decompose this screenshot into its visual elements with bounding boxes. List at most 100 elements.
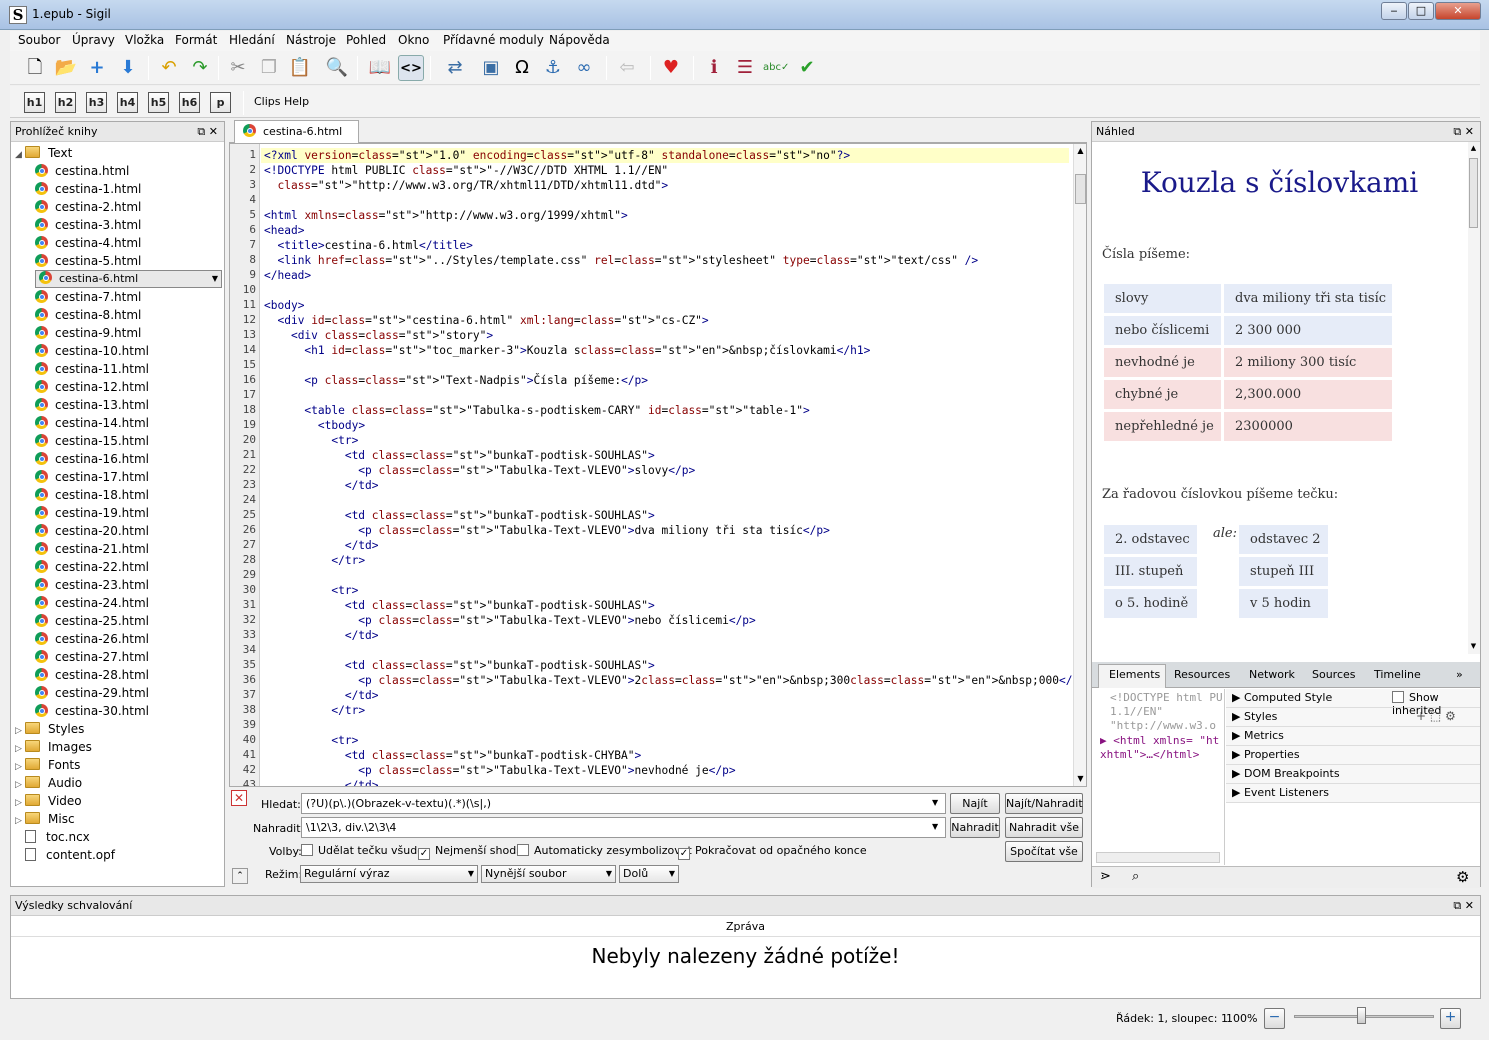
anchor-icon[interactable]: ⚓ (540, 55, 566, 81)
tree-folder-item[interactable]: ▷ Misc (15, 810, 222, 828)
save-icon[interactable]: ⬇ (115, 55, 141, 81)
option-dotall[interactable]: Udělat tečku všude (301, 844, 424, 857)
tree-folder-item[interactable]: ▷ Styles (15, 720, 222, 738)
find-input[interactable]: (?U)(p\.)(Obrazek-v-textu)(.*)(\s|,) (301, 793, 946, 814)
tree-file-item[interactable]: cestina-10.html (35, 342, 222, 360)
mode-select[interactable]: Regulární výraz (300, 865, 478, 883)
find-button[interactable]: Najít (950, 793, 1000, 814)
code-view-icon[interactable]: <> (398, 55, 424, 81)
tree-file-item[interactable]: cestina-3.html (35, 216, 222, 234)
devtools-tab-sources[interactable]: Sources (1312, 668, 1356, 681)
scroll-thumb[interactable] (1075, 174, 1086, 204)
heading-h2-button[interactable]: h2 (55, 92, 76, 113)
dom-line[interactable]: ▶ <html xmlns= "ht (1100, 734, 1219, 747)
panel-float-close-icons[interactable]: ⧉ ✕ (1453, 122, 1474, 142)
tree-file-item[interactable]: cestina-18.html (35, 486, 222, 504)
devtools-dom-tree[interactable]: <!DOCTYPE html PU 1.1//EN" "http://www.w… (1092, 689, 1225, 865)
donate-heart-icon[interactable]: ♥ (658, 55, 684, 81)
add-icon[interactable]: + (84, 55, 110, 81)
book-view-icon[interactable]: 📖 (367, 55, 393, 81)
tree-file-item[interactable]: cestina.html (35, 162, 222, 180)
code-editor[interactable]: 1 2 3 4 5 6 7 8 9 10 11 12 13 14 15 16 17 18 19 20 21 22 23 24 2… (229, 143, 1087, 787)
new-file-icon[interactable]: 🗋 (22, 55, 48, 81)
dotall-checkbox[interactable] (301, 844, 313, 856)
inspect-search-icon[interactable]: ⌕ (1132, 869, 1139, 884)
heading-h3-button[interactable]: h3 (86, 92, 107, 113)
heading-h1-button[interactable]: h1 (24, 92, 45, 113)
tree-file-item[interactable]: cestina-7.html (35, 288, 222, 306)
heading-h6-button[interactable]: h6 (179, 92, 200, 113)
menu-hledani[interactable]: Hledání (229, 33, 275, 47)
tree-file-item[interactable]: cestina-23.html (35, 576, 222, 594)
spellcheck-icon[interactable]: abc✓ (763, 55, 789, 81)
close-find-icon[interactable]: ✕ (231, 790, 247, 806)
back-icon[interactable]: ⇦ (614, 55, 640, 81)
menu-pridavne-moduly[interactable]: Přídavné moduly (443, 33, 544, 47)
editor-scrollbar[interactable]: ▲ ▼ (1073, 144, 1086, 786)
devtools-tab-network[interactable]: Network (1249, 668, 1295, 681)
panel-float-close-icons[interactable]: ⧉ ✕ (1453, 896, 1474, 916)
tree-file-item[interactable]: cestina-11.html (35, 360, 222, 378)
undo-icon[interactable]: ↶ (156, 55, 182, 81)
minimize-button[interactable]: ‒ (1381, 2, 1407, 20)
tree-file-item[interactable]: cestina-16.html (35, 450, 222, 468)
tree-file-item[interactable]: cestina-9.html (35, 324, 222, 342)
replace-button[interactable]: Nahradit (950, 817, 1000, 838)
tree-file-item[interactable]: cestina-2.html (35, 198, 222, 216)
tree-folder-item[interactable]: ▷ Fonts (15, 756, 222, 774)
devtools-section[interactable]: ▶ Properties (1226, 746, 1480, 765)
tree-file-item[interactable]: cestina-27.html (35, 648, 222, 666)
styles-toolbar-icons[interactable]: + ⬚ ⚙ (1416, 709, 1456, 723)
menu-nastroje[interactable]: Nástroje (286, 33, 336, 47)
console-icon[interactable]: ⋗ (1100, 869, 1111, 884)
panel-float-close-icons[interactable]: ⧉ ✕ (197, 122, 218, 142)
devtools-tab-timeline[interactable]: Timeline (1374, 668, 1421, 681)
split-icon[interactable]: ⇄ (442, 55, 468, 81)
insert-image-icon[interactable]: ▣ (478, 55, 504, 81)
replace-history-dropdown-icon[interactable]: ▼ (932, 822, 938, 831)
cut-icon[interactable]: ✂ (225, 55, 251, 81)
heading-h4-button[interactable]: h4 (117, 92, 138, 113)
menu-soubor[interactable]: Soubor (18, 33, 60, 47)
tree-file-item[interactable]: cestina-25.html (35, 612, 222, 630)
find-icon[interactable]: 🔍 (324, 55, 350, 81)
tree-file-item[interactable]: cestina-8.html (35, 306, 222, 324)
menu-pohled[interactable]: Pohled (346, 33, 386, 47)
special-character-icon[interactable]: Ω (509, 55, 535, 81)
dom-hscroll[interactable] (1096, 852, 1220, 863)
tree-file-item[interactable]: cestina-14.html (35, 414, 222, 432)
devtools-section[interactable]: ▶ Event Listeners (1226, 784, 1480, 803)
menu-vlozka[interactable]: Vložka (125, 33, 164, 47)
tree-file-item[interactable]: cestina-26.html (35, 630, 222, 648)
devtools-tab-elements[interactable]: Elements (1109, 668, 1160, 681)
replace-input[interactable]: \1\2\3, div.\2\3\4 (301, 817, 946, 838)
tree-file-item[interactable]: cestina-28.html (35, 666, 222, 684)
option-minimal-match[interactable]: ✓ Nejmenší shoda (418, 844, 523, 860)
preview-scrollbar[interactable]: ▲ ▼ (1468, 142, 1480, 654)
metadata-icon[interactable]: ℹ (701, 55, 727, 81)
scope-select[interactable]: Nynější soubor (481, 865, 616, 883)
clips-help-label[interactable]: Clips Help (254, 95, 309, 108)
tree-file-item[interactable]: cestina-15.html (35, 432, 222, 450)
minimal-match-checkbox[interactable]: ✓ (418, 848, 430, 860)
menu-okno[interactable]: Okno (398, 33, 429, 47)
heading-h5-button[interactable]: h5 (148, 92, 169, 113)
devtools-section[interactable]: ▶ DOM Breakpoints (1226, 765, 1480, 784)
tree-file-item[interactable]: cestina-12.html (35, 378, 222, 396)
tree-file-item[interactable]: cestina-17.html (35, 468, 222, 486)
copy-icon[interactable]: ❐ (256, 55, 282, 81)
tree-file-item[interactable]: cestina-30.html (35, 702, 222, 720)
tree-folder-item[interactable]: ▷ Audio (15, 774, 222, 792)
toc-icon[interactable]: ☰ (732, 55, 758, 81)
find-history-dropdown-icon[interactable]: ▼ (932, 798, 938, 807)
folder-text[interactable]: ◢ Text (15, 144, 222, 162)
tree-file-item[interactable]: cestina-6.html (35, 270, 222, 288)
tree-file-item[interactable]: cestina-13.html (35, 396, 222, 414)
tab-cestina-6[interactable]: cestina-6.html× (234, 120, 359, 163)
devtools-more-icon[interactable]: » (1456, 668, 1463, 681)
menu-napoveda[interactable]: Nápověda (549, 33, 610, 47)
option-wrap[interactable]: ✓ Pokračovat od opačného konce (678, 844, 867, 860)
tree-file-item[interactable]: cestina-1.html (35, 180, 222, 198)
paste-icon[interactable]: 📋 (287, 55, 313, 81)
tree-file-item[interactable]: cestina-19.html (35, 504, 222, 522)
